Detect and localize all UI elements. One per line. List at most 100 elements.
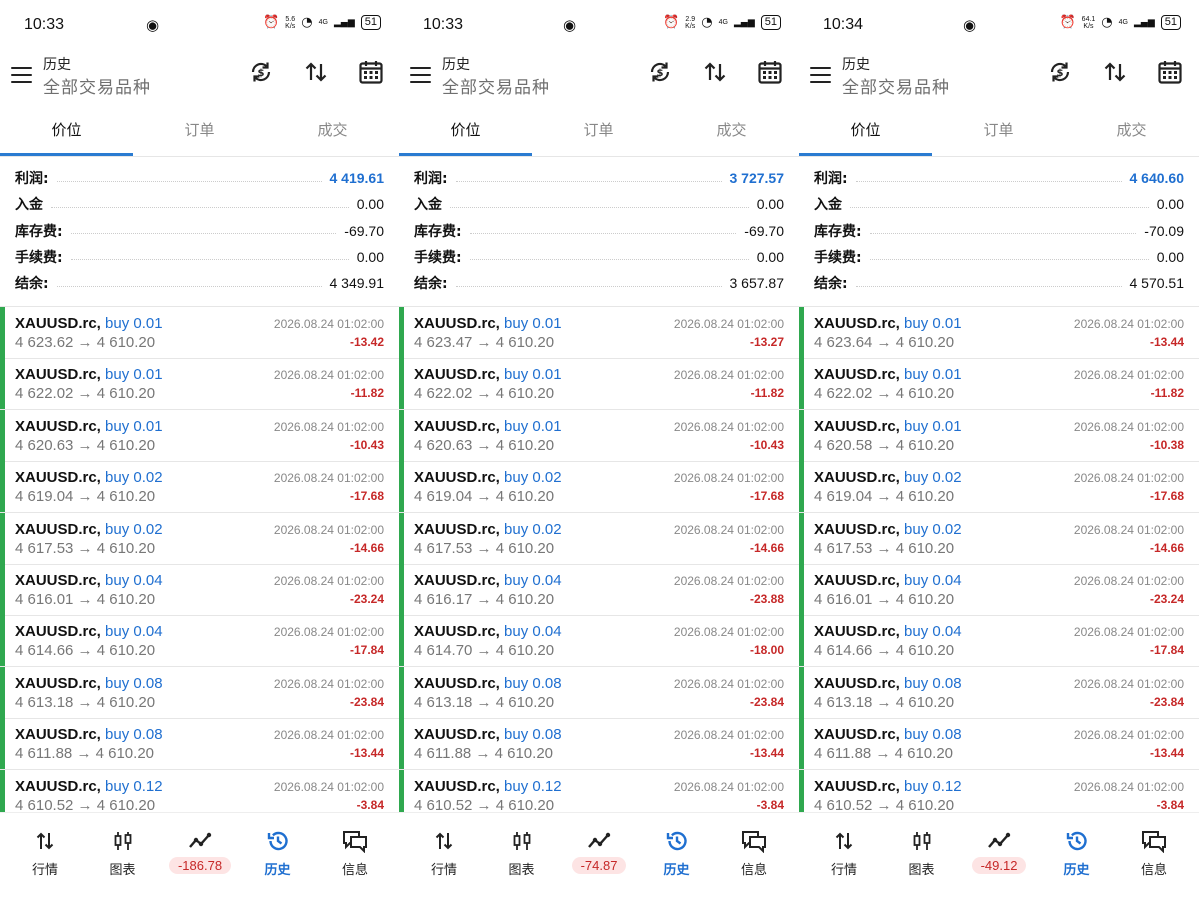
- trade-symbol: XAUUSD.rc, buy 0.12: [814, 778, 962, 795]
- symbol-name: XAUUSD.rc,: [414, 366, 500, 384]
- table-row[interactable]: XAUUSD.rc, buy 0.01 4 623.64 → 4 610.20 20…: [799, 307, 1199, 359]
- trade-time: 2026.08.24 01:02:00: [273, 471, 384, 486]
- trade-time: 2026.08.24 01:02:00: [673, 317, 784, 331]
- table-row[interactable]: XAUUSD.rc, buy 0.02 4 619.04 → 4 610.20 20…: [399, 461, 799, 514]
- trade-symbol: XAUUSD.rc, buy 0.01: [15, 315, 163, 332]
- nav-chart[interactable]: 图表: [483, 829, 561, 878]
- buy-indicator-bar: [399, 615, 404, 667]
- nav-history[interactable]: 历史: [239, 829, 317, 878]
- symbol-filter[interactable]: 全部交易品种: [842, 73, 950, 98]
- calendar-button[interactable]: [1156, 60, 1184, 88]
- table-row[interactable]: XAUUSD.rc, buy 0.12 4 610.52 → 4 610.20 20…: [399, 769, 799, 813]
- trade-profit: -3.84: [1156, 797, 1184, 812]
- symbol-name: XAUUSD.rc,: [814, 777, 900, 795]
- trade-side-volume: buy 0.04: [105, 572, 163, 589]
- trade-side-volume: buy 0.01: [504, 366, 562, 384]
- symbol-filter[interactable]: 全部交易品种: [442, 73, 550, 98]
- refresh-button[interactable]: $: [247, 60, 275, 88]
- chart-icon: [84, 829, 162, 853]
- trade-prices: 4 619.04 → 4 610.20: [814, 488, 955, 506]
- table-row[interactable]: XAUUSD.rc, buy 0.01 4 622.02 → 4 610.20 20…: [0, 358, 399, 411]
- tab-positions[interactable]: 价位: [0, 106, 133, 154]
- table-row[interactable]: XAUUSD.rc, buy 0.04 4 614.70 → 4 610.20 20…: [399, 615, 799, 668]
- nav-trade[interactable]: -74.87: [560, 829, 638, 874]
- nav-messages[interactable]: 信息: [1115, 829, 1193, 878]
- table-row[interactable]: XAUUSD.rc, buy 0.02 4 617.53 → 4 610.20 20…: [399, 512, 799, 565]
- nav-quotes[interactable]: 行情: [6, 829, 84, 878]
- table-row[interactable]: XAUUSD.rc, buy 0.01 4 622.02 → 4 610.20 20…: [799, 358, 1199, 411]
- table-row[interactable]: XAUUSD.rc, buy 0.08 4 611.88 → 4 610.20 20…: [799, 718, 1199, 771]
- table-row[interactable]: XAUUSD.rc, buy 0.04 4 616.17 → 4 610.20 20…: [399, 564, 799, 616]
- nav-quotes[interactable]: 行情: [405, 829, 483, 878]
- trade-prices: 4 616.01 → 4 610.20: [814, 591, 955, 608]
- sort-button[interactable]: [302, 60, 330, 88]
- calendar-button[interactable]: [357, 60, 385, 88]
- status-bar: 10:34 ◉ ⏰ 64.1 K/s ◔ 4G ▂▄▆ 51: [799, 0, 1199, 50]
- nav-trade[interactable]: -186.78: [161, 829, 239, 874]
- table-row[interactable]: XAUUSD.rc, buy 0.01 4 620.58 → 4 610.20 20…: [799, 409, 1199, 462]
- table-row[interactable]: XAUUSD.rc, buy 0.12 4 610.52 → 4 610.20 20…: [0, 769, 399, 813]
- table-row[interactable]: XAUUSD.rc, buy 0.02 4 619.04 → 4 610.20 20…: [0, 461, 399, 514]
- table-row[interactable]: XAUUSD.rc, buy 0.01 4 623.62 → 4 610.20 20…: [0, 307, 399, 359]
- tab-positions[interactable]: 价位: [799, 106, 932, 154]
- tab-deals[interactable]: 成交: [665, 106, 798, 154]
- tab-positions[interactable]: 价位: [399, 106, 532, 154]
- symbol-name: XAUUSD.rc,: [414, 469, 500, 487]
- table-row[interactable]: XAUUSD.rc, buy 0.02 4 617.53 → 4 610.20 20…: [0, 512, 399, 565]
- sort-button[interactable]: [1101, 60, 1129, 88]
- summary-profit: 利润: 4 419.61: [15, 165, 384, 191]
- tab-deals[interactable]: 成交: [266, 106, 399, 154]
- menu-icon[interactable]: [410, 67, 431, 83]
- table-row[interactable]: XAUUSD.rc, buy 0.02 4 619.04 → 4 610.20 20…: [799, 461, 1199, 514]
- summary-label: 利润:: [414, 171, 448, 187]
- table-row[interactable]: XAUUSD.rc, buy 0.12 4 610.52 → 4 610.20 20…: [799, 769, 1199, 813]
- table-row[interactable]: XAUUSD.rc, buy 0.01 4 623.47 → 4 610.20 20…: [399, 307, 799, 359]
- dotted-leader: [855, 180, 1122, 182]
- table-row[interactable]: XAUUSD.rc, buy 0.02 4 617.53 → 4 610.20 20…: [799, 512, 1199, 565]
- menu-icon[interactable]: [11, 67, 32, 83]
- nav-messages[interactable]: 信息: [316, 829, 394, 878]
- tab-orders[interactable]: 订单: [133, 106, 266, 154]
- table-row[interactable]: XAUUSD.rc, buy 0.01 4 620.63 → 4 610.20 20…: [399, 409, 799, 462]
- table-row[interactable]: XAUUSD.rc, buy 0.08 4 611.88 → 4 610.20 20…: [399, 718, 799, 771]
- trade-symbol: XAUUSD.rc, buy 0.02: [814, 521, 962, 538]
- wifi-icon: ◔: [701, 15, 713, 30]
- trade-side-volume: buy 0.01: [504, 315, 562, 332]
- messages-icon: [1115, 829, 1193, 853]
- table-row[interactable]: XAUUSD.rc, buy 0.01 4 620.63 → 4 610.20 20…: [0, 409, 399, 462]
- summary-commission: 手续费: 0.00: [15, 244, 384, 270]
- table-row[interactable]: XAUUSD.rc, buy 0.04 4 614.66 → 4 610.20 20…: [0, 615, 399, 668]
- nav-trade[interactable]: -49.12: [960, 829, 1038, 874]
- tab-deals[interactable]: 成交: [1065, 106, 1198, 154]
- table-row[interactable]: XAUUSD.rc, buy 0.01 4 622.02 → 4 610.20 20…: [399, 358, 799, 411]
- table-row[interactable]: XAUUSD.rc, buy 0.08 4 613.18 → 4 610.20 20…: [799, 666, 1199, 719]
- trade-symbol: XAUUSD.rc, buy 0.08: [15, 675, 163, 692]
- nav-quotes[interactable]: 行情: [805, 829, 883, 878]
- refresh-button[interactable]: $: [1046, 60, 1074, 88]
- trade-side-volume: buy 0.02: [904, 469, 962, 487]
- trade-time: 2026.08.24 01:02:00: [1073, 574, 1184, 588]
- buy-indicator-bar: [799, 615, 804, 667]
- status-bar: 10:33 ◉ ⏰ 2.9 K/s ◔ 4G ▂▄▆ 51: [399, 0, 799, 50]
- calendar-button[interactable]: [756, 60, 784, 88]
- table-row[interactable]: XAUUSD.rc, buy 0.08 4 611.88 → 4 610.20 20…: [0, 718, 399, 771]
- table-row[interactable]: XAUUSD.rc, buy 0.04 4 614.66 → 4 610.20 20…: [799, 615, 1199, 668]
- nav-chart[interactable]: 图表: [883, 829, 961, 878]
- table-row[interactable]: XAUUSD.rc, buy 0.08 4 613.18 → 4 610.20 20…: [0, 666, 399, 719]
- trade-profit: -14.66: [349, 540, 384, 555]
- table-row[interactable]: XAUUSD.rc, buy 0.08 4 613.18 → 4 610.20 20…: [399, 666, 799, 719]
- sort-button[interactable]: [701, 60, 729, 88]
- sort-icon: [303, 59, 329, 89]
- summary-label: 库存费:: [414, 223, 462, 240]
- refresh-button[interactable]: $: [646, 60, 674, 88]
- tab-orders[interactable]: 订单: [532, 106, 665, 154]
- table-row[interactable]: XAUUSD.rc, buy 0.04 4 616.01 → 4 610.20 20…: [0, 564, 399, 616]
- menu-icon[interactable]: [810, 67, 831, 83]
- nav-history[interactable]: 历史: [638, 829, 716, 878]
- symbol-filter[interactable]: 全部交易品种: [43, 73, 151, 98]
- nav-chart[interactable]: 图表: [84, 829, 162, 878]
- nav-messages[interactable]: 信息: [715, 829, 793, 878]
- tab-orders[interactable]: 订单: [932, 106, 1065, 154]
- table-row[interactable]: XAUUSD.rc, buy 0.04 4 616.01 → 4 610.20 20…: [799, 564, 1199, 616]
- nav-history[interactable]: 历史: [1038, 829, 1116, 878]
